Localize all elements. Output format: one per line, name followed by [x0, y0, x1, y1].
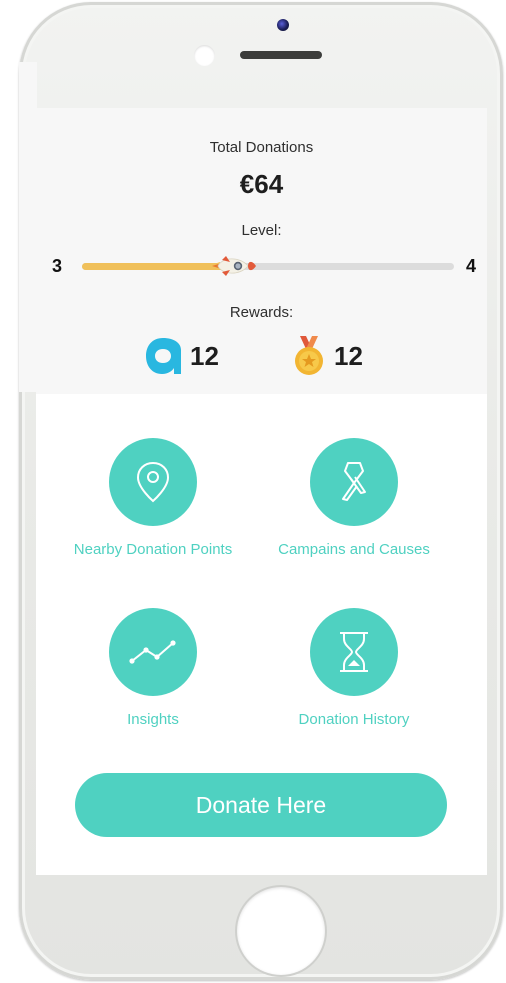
- level-label: Level:: [241, 222, 282, 239]
- hourglass-icon: [340, 632, 368, 672]
- home-button[interactable]: [237, 887, 325, 975]
- coin-count: 12: [190, 340, 219, 371]
- medal-count: 12: [334, 340, 363, 371]
- donation-summary-panel: Total Donations €64 Level: 3 4 Rewards: …: [36, 108, 487, 394]
- screen-edge-strip: [19, 62, 37, 392]
- medal-reward: 12: [292, 335, 363, 377]
- total-donations-value: €64: [239, 169, 284, 199]
- medal-icon: [295, 336, 323, 375]
- campains-icon-circle[interactable]: [310, 438, 398, 526]
- insights-button[interactable]: Insights: [53, 608, 253, 731]
- nearby-points-icon-circle[interactable]: [109, 438, 197, 526]
- campains-and-causes-label: Campains and Causes: [278, 541, 430, 558]
- front-camera: [277, 19, 289, 31]
- total-donations-label: Total Donations: [209, 139, 314, 156]
- donation-history-icon-circle[interactable]: [310, 608, 398, 696]
- insights-icon-circle[interactable]: [109, 608, 197, 696]
- donation-history-label: Donation History: [298, 711, 410, 728]
- proximity-sensor: [194, 45, 215, 66]
- a-coin-icon: [146, 338, 181, 374]
- next-level: 4: [466, 256, 477, 276]
- trend-line-icon: [129, 640, 176, 664]
- ribbon-icon: [342, 462, 366, 501]
- app-screen: Total Donations €64 Level: 3 4 Rewards: …: [36, 108, 487, 875]
- rewards-label: Rewards:: [229, 304, 294, 321]
- rocket-icon: [208, 256, 256, 276]
- donation-history-button[interactable]: Donation History: [254, 608, 454, 731]
- current-level: 3: [52, 256, 63, 276]
- earpiece-speaker: [240, 51, 322, 59]
- donate-here-button[interactable]: Donate Here: [75, 773, 447, 837]
- insights-label: Insights: [127, 711, 179, 728]
- nearby-donation-points-label: Nearby Donation Points: [73, 541, 233, 558]
- nearby-donation-points-button[interactable]: Nearby Donation Points: [53, 438, 253, 561]
- campains-and-causes-button[interactable]: Campains and Causes: [254, 438, 454, 561]
- coin-reward: 12: [144, 335, 219, 377]
- location-pin-icon: [136, 461, 170, 503]
